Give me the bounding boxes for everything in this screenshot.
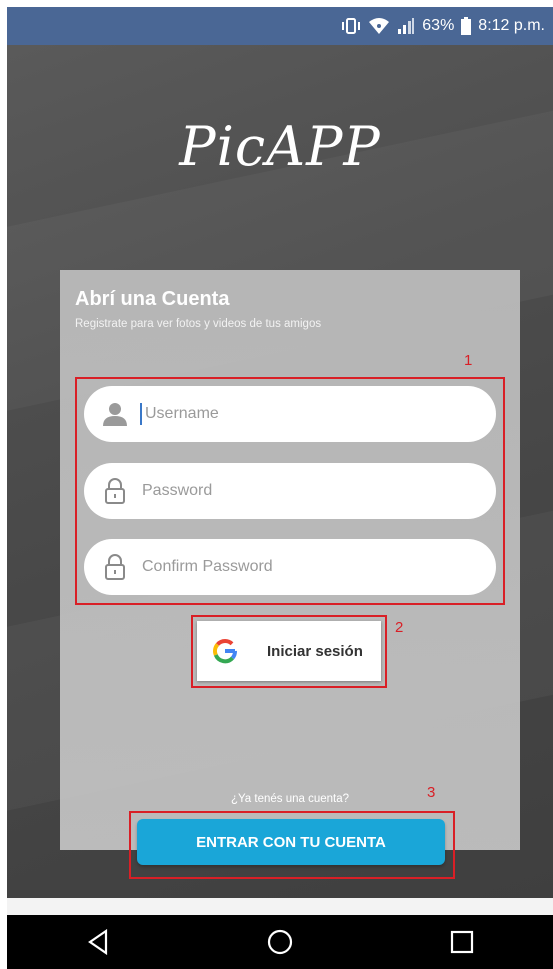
battery-icon	[461, 17, 472, 35]
enter-account-button[interactable]: ENTRAR CON TU CUENTA	[137, 819, 445, 865]
card-title: Abrí una Cuenta	[75, 288, 230, 310]
app-screen: PicAPP Abrí una Cuenta Registrate para v…	[7, 45, 553, 898]
annotation-3: 3	[427, 784, 436, 801]
lock-icon	[102, 554, 128, 580]
have-account-text: ¿Ya tenés una cuenta?	[230, 793, 350, 805]
username-input[interactable]	[143, 404, 467, 424]
text-caret	[140, 403, 142, 425]
navigation-bar	[7, 915, 553, 969]
vibrate-icon	[341, 17, 361, 35]
register-card: Abrí una Cuenta Registrate para ver foto…	[60, 270, 520, 879]
fields-highlight-box	[75, 377, 505, 605]
annotation-1: 1	[464, 352, 473, 369]
app-logo: PicAPP	[179, 115, 381, 178]
card-subtitle: Registrate para ver fotos y videos de tu…	[75, 318, 322, 330]
lock-icon	[102, 478, 128, 504]
password-field[interactable]	[84, 463, 496, 519]
screen-divider	[7, 898, 553, 915]
home-icon[interactable]	[260, 922, 300, 962]
confirm-password-field[interactable]	[84, 539, 496, 595]
wifi-icon	[368, 17, 390, 35]
google-highlight-box: Iniciar sesión	[191, 615, 387, 688]
google-signin-button[interactable]: Iniciar sesión	[197, 621, 381, 681]
enter-highlight-box: ENTRAR CON TU CUENTA	[129, 811, 455, 879]
battery-percent: 63%	[422, 17, 455, 34]
signal-icon	[397, 17, 415, 35]
annotation-2: 2	[395, 619, 404, 636]
confirm-password-input[interactable]	[140, 557, 464, 577]
user-icon	[102, 401, 128, 427]
password-input[interactable]	[140, 481, 464, 501]
clock: 8:12 p.m.	[478, 17, 545, 34]
back-icon[interactable]	[78, 922, 118, 962]
username-field[interactable]	[84, 386, 496, 442]
recents-icon[interactable]	[442, 922, 482, 962]
status-bar: 63% 8:12 p.m.	[7, 7, 553, 45]
google-icon	[211, 637, 239, 665]
google-signin-label: Iniciar sesión	[267, 642, 363, 660]
